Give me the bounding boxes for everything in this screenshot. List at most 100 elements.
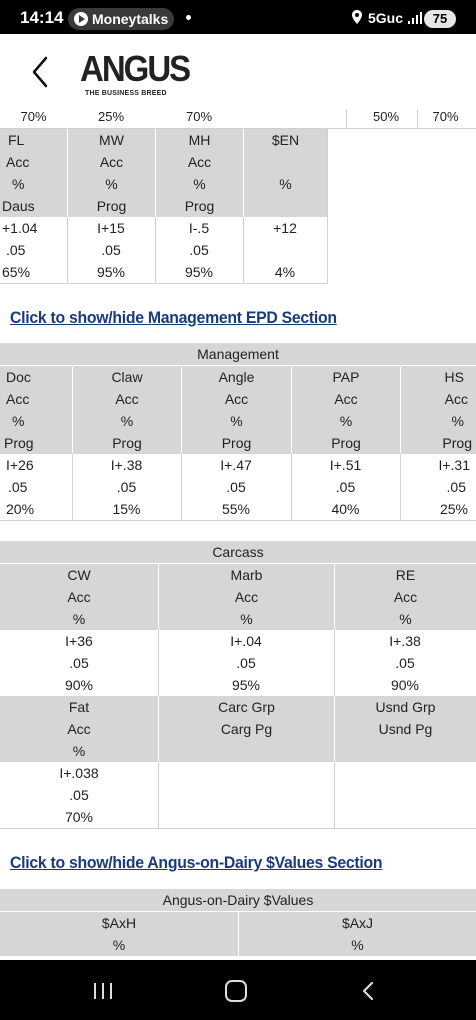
- table-cell: [158, 784, 334, 806]
- column-header-angle: Angle: [181, 366, 291, 388]
- table-cell: [327, 110, 357, 128]
- table-cell: 70%: [432, 110, 459, 124]
- divider: [291, 454, 292, 520]
- table-cell: 70%: [64, 809, 94, 825]
- divider: [400, 454, 401, 520]
- header-label: [243, 195, 327, 217]
- header-label: %: [238, 934, 476, 956]
- table-cell: [158, 762, 334, 784]
- header-label: Prog: [0, 432, 72, 454]
- divider: [158, 630, 159, 696]
- header-label: Acc: [155, 151, 243, 173]
- notification-pill[interactable]: Moneytalks: [68, 8, 174, 30]
- header-label: %: [243, 173, 327, 195]
- header-label: %: [181, 410, 291, 432]
- header-label: Prog: [72, 432, 181, 454]
- header-label: Prog: [67, 195, 155, 217]
- table-cell: 20%: [6, 501, 35, 517]
- divider: [346, 110, 347, 128]
- table-cell: [334, 762, 476, 784]
- header-label: [243, 151, 327, 173]
- table-cell: 95%: [231, 677, 261, 693]
- play-icon: [74, 12, 88, 26]
- header-label: %: [155, 173, 243, 195]
- table-cell: [243, 110, 327, 128]
- header-label: Acc: [0, 586, 158, 608]
- header-label: Carg Pg: [158, 718, 334, 740]
- divider: [67, 217, 68, 283]
- table-cell: I+.51: [329, 457, 362, 473]
- header-label: Acc: [67, 151, 155, 173]
- header-label: Prog: [400, 432, 476, 454]
- header-label: [158, 740, 334, 762]
- table-cell: 25%: [439, 501, 468, 517]
- cutoff-row: 70% 25% 70% 50% 70%: [0, 110, 476, 128]
- column-header-mw: MW: [67, 129, 155, 151]
- header-label: Acc: [0, 718, 158, 740]
- table-cell: 70%: [185, 110, 213, 124]
- table-cell: [243, 239, 327, 261]
- table-cell: 90%: [64, 677, 94, 693]
- signal-icon: [408, 12, 422, 24]
- management-section-title: Management: [0, 343, 476, 365]
- header-label: %: [291, 410, 400, 432]
- table-cell: [334, 784, 476, 806]
- table-cell: I+.38: [110, 457, 143, 473]
- header-label: Acc: [181, 388, 291, 410]
- header-label: Acc: [291, 388, 400, 410]
- app-header: ANGUS THE BUSINESS BREED: [0, 34, 476, 110]
- table-cell: I+.31: [438, 457, 470, 473]
- divider: [72, 454, 73, 520]
- divider: [181, 454, 182, 520]
- header-label: [334, 740, 476, 762]
- table-cell: [334, 806, 476, 828]
- logo-tagline: THE BUSINESS BREED: [85, 90, 167, 97]
- divider: [334, 630, 335, 696]
- divider: [0, 520, 476, 521]
- table-cell: .05: [69, 655, 89, 671]
- header-label: Acc: [0, 388, 72, 410]
- table-cell: 40%: [331, 501, 360, 517]
- header-label: Prog: [181, 432, 291, 454]
- table-cell: +1.04: [2, 220, 38, 236]
- column-header-cw: CW: [0, 564, 158, 586]
- recent-apps-icon[interactable]: [92, 982, 114, 1000]
- column-header-re: RE: [334, 564, 476, 586]
- table-cell: .05: [395, 655, 415, 671]
- table-cell: .05: [6, 242, 26, 258]
- table-cell: .05: [335, 479, 356, 495]
- nav-back-icon[interactable]: [358, 980, 378, 1002]
- header-label: %: [0, 173, 67, 195]
- notification-dot-icon: [186, 15, 191, 20]
- table-cell: .05: [8, 479, 28, 495]
- column-header-marb: Marb: [158, 564, 334, 586]
- table-cell: .05: [446, 479, 466, 495]
- header-label: %: [0, 410, 72, 432]
- table-cell: I+.038: [59, 765, 99, 781]
- table-cell: 4%: [274, 264, 296, 280]
- table-cell: .05: [116, 479, 137, 495]
- table-cell: .05: [189, 242, 209, 258]
- column-header-hs: HS: [400, 366, 476, 388]
- table-cell: I-.5: [188, 220, 210, 236]
- header-label: Prog: [155, 195, 243, 217]
- status-bar: 14:14 Moneytalks 5Guc 75: [0, 0, 476, 34]
- management-toggle-link[interactable]: Click to show/hide Management EPD Sectio…: [10, 308, 337, 328]
- back-arrow-icon[interactable]: [24, 52, 56, 92]
- table-cell: 95%: [184, 264, 214, 280]
- divider: [155, 217, 156, 283]
- table-cell: [158, 806, 334, 828]
- dairy-toggle-link[interactable]: Click to show/hide Angus-on-Dairy $Value…: [10, 853, 383, 873]
- home-icon[interactable]: [225, 980, 247, 1002]
- divider: [417, 110, 418, 128]
- column-header-pap: PAP: [291, 366, 400, 388]
- column-header-axj: $AxJ: [238, 912, 476, 934]
- epd-content[interactable]: 70% 25% 70% 50% 70% FL MW MH $EN Acc Acc…: [0, 110, 476, 960]
- divider: [334, 762, 335, 828]
- status-time: 14:14: [20, 8, 64, 27]
- battery-indicator: 75: [424, 10, 456, 28]
- header-label: Daus: [0, 195, 67, 217]
- divider: [158, 762, 159, 828]
- table-cell: I+.47: [220, 457, 252, 473]
- table-cell: +12: [273, 220, 297, 236]
